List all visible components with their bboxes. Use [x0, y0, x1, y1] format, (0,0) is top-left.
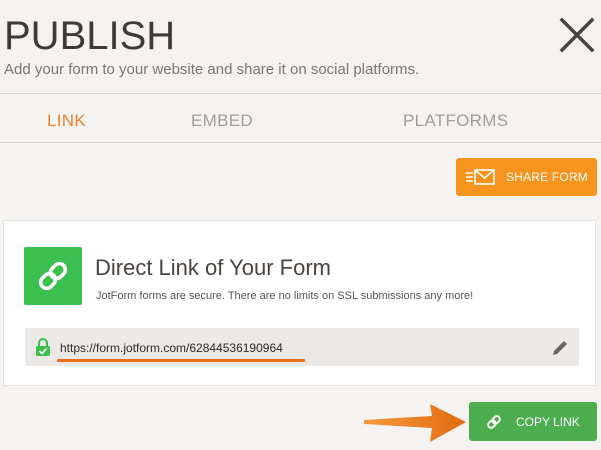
form-url-field[interactable]: https://form.jotform.com/62844536190964	[25, 328, 579, 366]
link-icon	[486, 414, 502, 430]
copy-link-label: COPY LINK	[516, 414, 580, 429]
share-form-label: SHARE FORM	[506, 170, 589, 184]
header-divider	[0, 93, 601, 94]
card-description: JotForm forms are secure. There are no l…	[96, 290, 474, 302]
link-icon	[38, 261, 68, 291]
page-title: PUBLISH	[4, 14, 176, 58]
tabs-divider	[0, 142, 601, 143]
share-form-button[interactable]: SHARE FORM	[456, 158, 597, 196]
lock-icon	[35, 337, 51, 357]
pencil-icon[interactable]	[551, 339, 569, 357]
card-title: Direct Link of Your Form	[95, 255, 331, 280]
close-button[interactable]	[558, 16, 596, 54]
tab-platforms[interactable]: PLATFORMS	[403, 110, 508, 132]
envelope-icon	[466, 167, 496, 187]
url-highlight-underline	[57, 359, 305, 362]
arrow-pointer-icon	[364, 404, 466, 442]
copy-link-button[interactable]: COPY LINK	[469, 402, 597, 441]
tab-embed[interactable]: EMBED	[191, 110, 253, 132]
page-subtitle: Add your form to your website and share …	[4, 61, 420, 78]
tab-link[interactable]: LINK	[47, 110, 86, 132]
form-url-text[interactable]: https://form.jotform.com/62844536190964	[60, 340, 283, 356]
direct-link-card: Direct Link of Your Form JotForm forms a…	[3, 220, 596, 386]
close-icon	[559, 17, 595, 53]
link-badge	[24, 247, 82, 305]
